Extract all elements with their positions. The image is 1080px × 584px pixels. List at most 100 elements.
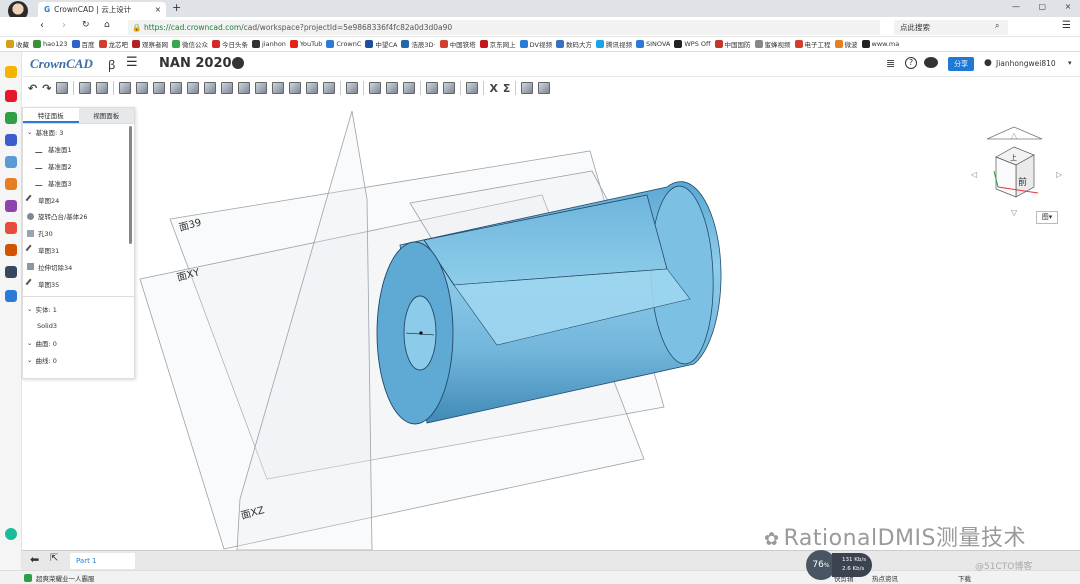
bookmark-item[interactable]: 中望CA [365,39,397,49]
view-cube[interactable]: △ ◁ ▷ ▽ 上 前 [970,126,1063,217]
variables-icon[interactable]: X [489,82,497,95]
mail-icon[interactable] [5,112,17,124]
tab-views[interactable]: 视图面板 [78,108,134,123]
move-icon[interactable] [386,82,399,94]
shop-icon[interactable] [5,244,17,256]
user-menu[interactable]: Jianhongwei810 [996,59,1056,68]
part-tab[interactable]: Part 1 [70,553,135,569]
avatar-app-icon[interactable] [5,200,17,212]
tree-group-planes[interactable]: ⌄ 基准面: 3 [27,124,134,141]
video-icon[interactable] [5,222,17,234]
reload-icon[interactable]: ↻ [82,20,90,30]
tree-group-surfaces[interactable]: ⌄ 曲面: 0 [27,335,134,352]
view-mode-dropdown[interactable]: 图▾ [1036,211,1058,224]
arrow-left-icon[interactable]: ⬅ [30,553,39,566]
bookmark-item[interactable]: 今日头条 [212,39,248,49]
weibo-icon[interactable] [5,90,17,102]
split-icon[interactable] [323,82,336,94]
bookmark-item[interactable]: hao123 [33,40,68,48]
game-icon[interactable] [5,178,17,190]
url-field[interactable]: 🔒 https://cad.crowncad.com/cad/workspace… [128,20,880,35]
bookmark-item[interactable]: 龙芯吧 [98,39,128,49]
chevron-down-icon[interactable]: ▾ [1068,59,1072,67]
sum-icon[interactable]: Σ [503,82,511,95]
sweep-icon[interactable] [136,82,149,94]
loft-icon[interactable] [153,82,166,94]
tree-item-plane3[interactable]: 基准面3 [27,174,134,191]
pay-icon[interactable] [5,290,17,302]
shell-icon[interactable] [238,82,251,94]
cylinder-icon[interactable] [443,82,456,94]
reference-plane-icon[interactable] [426,82,439,94]
close-tab-icon[interactable]: × [155,5,161,14]
bookmark-item[interactable]: 中国铁塔 [439,39,476,49]
bookmark-item[interactable]: 蜜蜂视频 [754,39,791,49]
3d-viewport[interactable]: 面39 面XY 面XZ △ ◁ ▷ ▽ 上 前 图▾ [22,99,1080,551]
search-icon[interactable]: ⌕ [995,21,999,31]
draft-icon[interactable] [255,82,268,94]
tree-item-sketch35[interactable]: 草图35 [25,275,134,292]
bookmark-item[interactable]: SINOVA [635,40,670,48]
panel-scrollbar[interactable] [129,126,132,244]
fillet-icon[interactable] [204,82,217,94]
boolean-icon[interactable] [403,82,416,94]
home-icon[interactable]: ⌂ [104,20,110,30]
redo-icon[interactable]: ↷ [42,82,51,95]
status-download[interactable]: 下载 [958,573,971,583]
export-icon[interactable]: ⇱ [50,553,58,564]
thread-icon[interactable] [306,82,319,94]
bookmark-item[interactable]: 电子工程 [794,39,831,49]
search-input[interactable]: 点此搜索 [894,20,1008,35]
undo-icon[interactable]: ↶ [28,82,37,95]
cut-revolve-icon[interactable] [187,82,200,94]
tree-item-cut34[interactable]: 拉伸切除34 [27,258,134,275]
browser-tab[interactable]: G CrownCAD | 云上设计 × [38,2,166,17]
chamfer-icon[interactable] [221,82,234,94]
measure-icon[interactable] [521,82,534,94]
forward-icon[interactable]: › [62,20,66,31]
tree-group-curves[interactable]: ⌄ 曲线: 0 [27,351,134,368]
bookmark-item[interactable]: 微信公众 [172,39,208,49]
plus-circle-icon[interactable] [5,528,17,540]
mirror-icon[interactable] [346,82,359,94]
tree-item-plane2[interactable]: 基准面2 [27,158,134,175]
tree-item-plane1[interactable]: 基准面1 [27,141,134,158]
hole-icon[interactable] [289,82,302,94]
bookmark-item[interactable]: 京东网上 [479,39,516,49]
doc-icon[interactable] [5,156,17,168]
layers-icon[interactable] [466,82,479,94]
hide-icon[interactable] [56,82,69,94]
bookmark-item[interactable]: jianhon [252,40,286,48]
linear-pattern-icon[interactable] [369,82,382,94]
app-icon[interactable] [5,134,17,146]
revolve-icon[interactable] [119,82,132,94]
bookmark-item[interactable]: 收藏 [6,39,29,49]
model-canvas[interactable]: 面39 面XY 面XZ △ ◁ ▷ ▽ 上 前 [22,99,1080,551]
tree-item-hole30[interactable]: 孔30 [27,225,134,242]
bookmark-item[interactable]: www.ma [861,40,899,48]
globe-icon[interactable] [232,57,244,69]
help-icon[interactable]: ? [905,57,917,69]
bookmark-item[interactable]: 中国国防 [714,39,751,49]
menu-icon[interactable]: ☰ [1062,20,1071,31]
tree-item-sketch31[interactable]: 草图31 [25,242,134,259]
bookmark-item[interactable]: CrownC [326,40,361,48]
tool-icon[interactable] [5,266,17,278]
bookmark-item[interactable]: 观察者网 [132,39,168,49]
chat-icon[interactable] [924,57,938,68]
sketch-icon[interactable] [79,82,92,94]
status-left-text[interactable]: 超爽荣耀业一人霸服 [36,573,95,583]
bookmark-item[interactable]: 微波 [834,39,858,49]
star-icon[interactable] [5,66,17,78]
analysis-icon[interactable] [538,82,551,94]
status-item-news[interactable]: 热点资讯 [872,573,898,583]
bookmark-item[interactable]: 数码大方 [555,39,592,49]
bookmark-item[interactable]: 浩辰3D· [401,39,436,49]
bookmark-item[interactable]: YouTub [289,40,322,48]
cut-extrude-icon[interactable] [170,82,183,94]
back-icon[interactable]: ‹ [40,20,44,31]
bookmark-item[interactable]: WPS Off [674,40,711,48]
extrude-icon[interactable] [96,82,109,94]
bookmark-item[interactable]: 腾讯视频 [595,39,632,49]
hamburger-icon[interactable]: ☰ [126,55,138,70]
